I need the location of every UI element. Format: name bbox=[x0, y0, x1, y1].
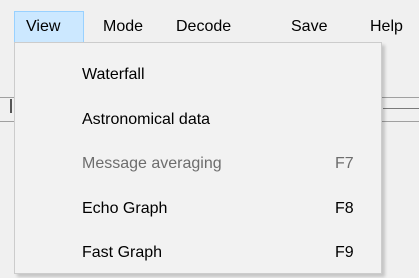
menu-item-label: Fast Graph bbox=[82, 244, 163, 261]
menu-decode[interactable]: Decode bbox=[176, 11, 231, 42]
menu-item-shortcut: F8 bbox=[335, 200, 354, 217]
menu-item-shortcut: F9 bbox=[335, 244, 354, 261]
menu-item-label: Message averaging bbox=[82, 155, 222, 172]
menu-item-echo-graph[interactable]: Echo Graph F8 bbox=[15, 191, 381, 227]
menu-item-fast-graph[interactable]: Fast Graph F9 bbox=[15, 235, 381, 271]
menu-item-shortcut: F7 bbox=[335, 155, 354, 172]
menu-save[interactable]: Save bbox=[291, 11, 327, 42]
panel-edge-marker bbox=[10, 99, 12, 113]
menu-mode[interactable]: Mode bbox=[103, 11, 143, 42]
menu-help[interactable]: Help bbox=[370, 11, 403, 42]
menu-bar: View Mode Decode Save Help bbox=[0, 0, 419, 42]
view-dropdown-menu: Waterfall Astronomical data Message aver… bbox=[14, 42, 382, 274]
menu-view[interactable]: View bbox=[14, 11, 84, 42]
menu-item-message-averaging: Message averaging F7 bbox=[15, 146, 381, 182]
panel-edge-line bbox=[383, 108, 419, 109]
menu-item-label: Waterfall bbox=[82, 66, 145, 83]
menu-item-waterfall[interactable]: Waterfall bbox=[15, 57, 381, 93]
menu-item-label: Astronomical data bbox=[82, 111, 211, 128]
menu-item-label: Echo Graph bbox=[82, 200, 168, 217]
menu-item-astronomical-data[interactable]: Astronomical data bbox=[15, 102, 381, 138]
